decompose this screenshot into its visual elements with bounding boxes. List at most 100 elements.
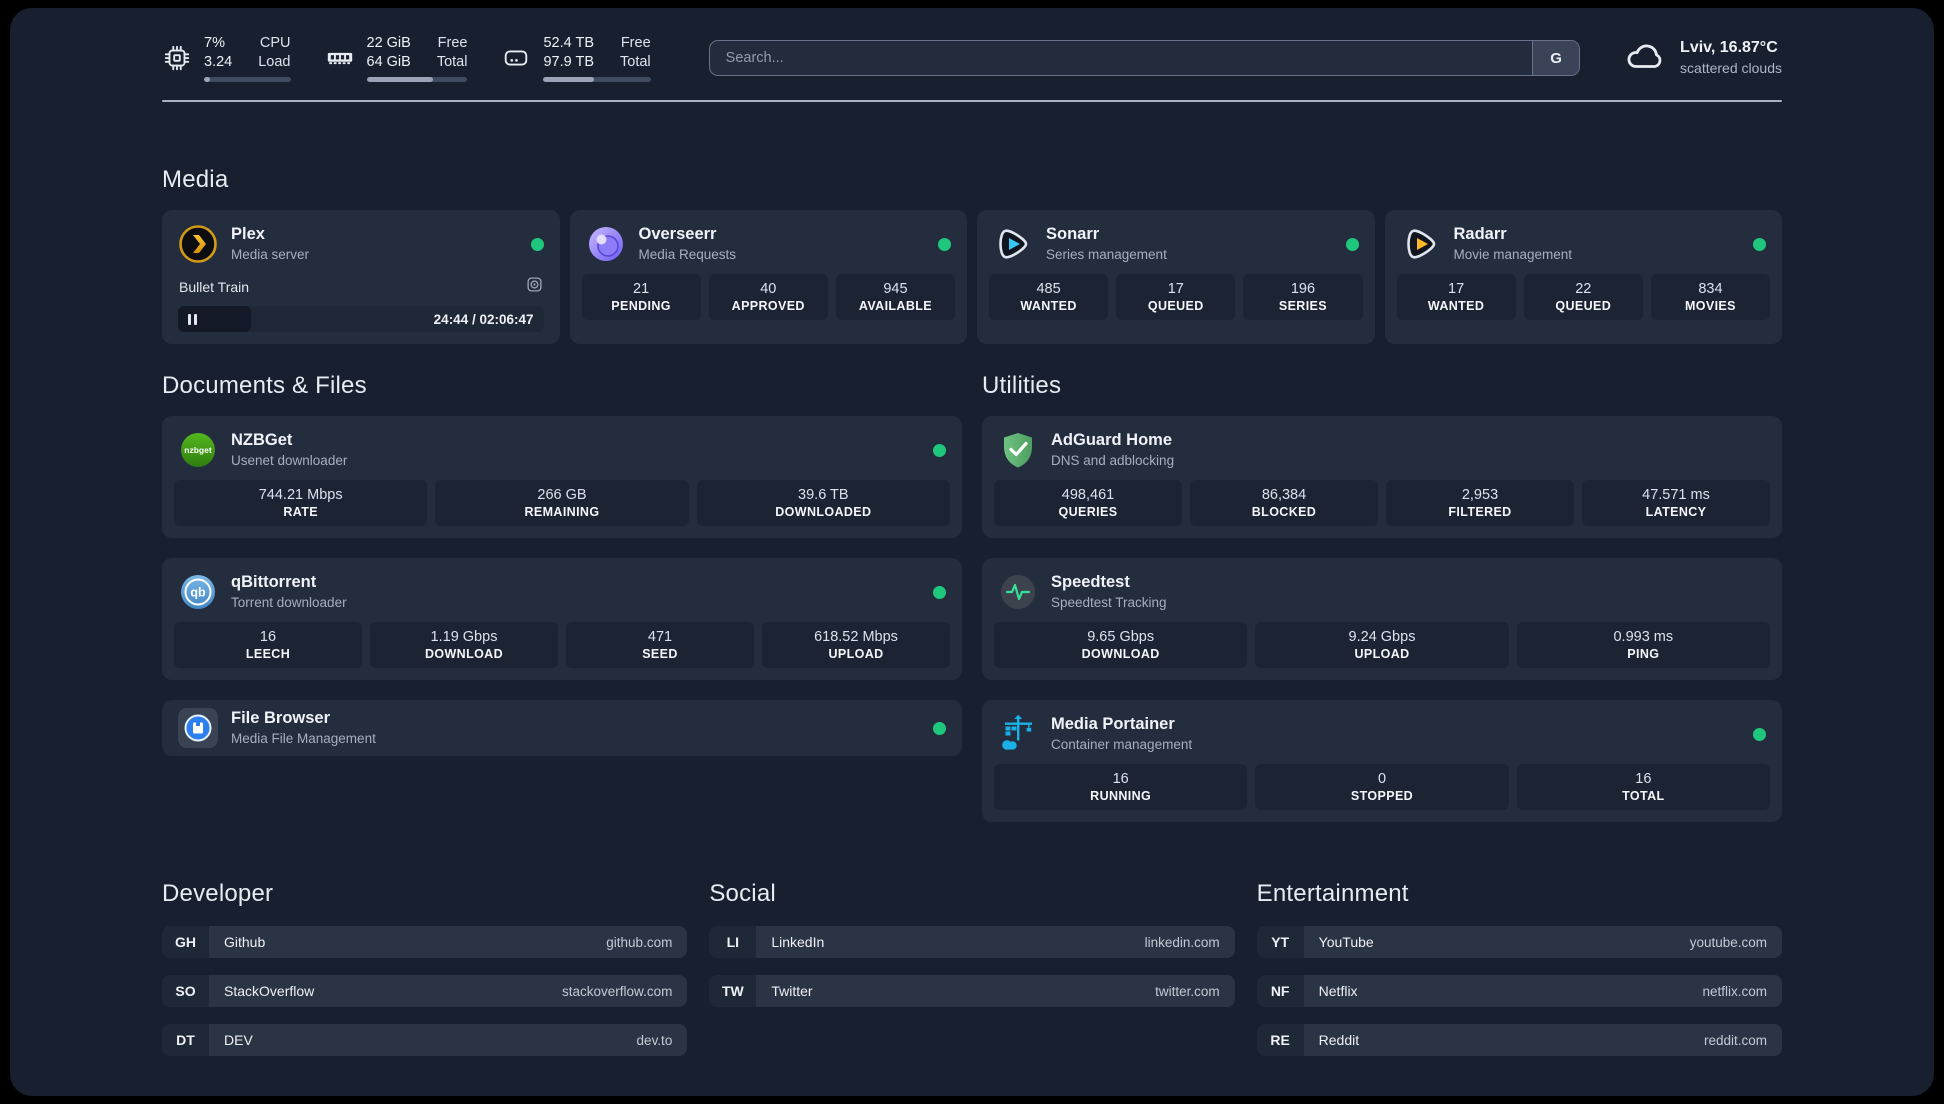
app-subtitle: DNS and adblocking	[1051, 452, 1175, 468]
bookmark-stackoverflow[interactable]: SO StackOverflow stackoverflow.com	[162, 975, 688, 1007]
bookmark-abbr: DT	[162, 1024, 209, 1056]
stat-blocked: 86,384 BLOCKED	[1190, 480, 1378, 526]
stat-filtered: 2,953 FILTERED	[1386, 480, 1574, 526]
search-bar: G	[708, 40, 1581, 76]
playback-progress-fill	[178, 306, 252, 332]
app-title: Sonarr	[1046, 225, 1100, 244]
app-subtitle: Series management	[1046, 246, 1167, 262]
stat-latency: 47.571 ms LATENCY	[1582, 480, 1770, 526]
bookmarks-entertainment: Entertainment YT YouTube youtube.com NF N…	[1256, 880, 1782, 1073]
app-card-sonarr[interactable]: Sonarr Series management 485 WANTED 17 QUE…	[977, 210, 1375, 344]
stat-queued: 22 QUEUED	[1523, 274, 1643, 320]
app-card-speedtest[interactable]: Speedtest Speedtest Tracking 9.65 Gbps DO…	[982, 558, 1782, 680]
bookmark-url: linkedin.com	[1144, 934, 1220, 950]
bookmark-url: youtube.com	[1689, 934, 1767, 950]
portainer-icon	[998, 714, 1038, 754]
stat-series: 196 SERIES	[1243, 274, 1363, 320]
bookmark-abbr: GH	[162, 926, 209, 958]
disk-total-value: 97.9 TB	[543, 54, 595, 70]
app-title: File Browser	[231, 709, 331, 728]
weather-location: Lviv, 16.87°C	[1680, 39, 1778, 56]
app-card-nzbget[interactable]: nzbget NZBGet Usenet downloader 744.21 M…	[162, 416, 962, 538]
section-title-social: Social	[709, 880, 776, 907]
bookmark-twitter[interactable]: TW Twitter twitter.com	[709, 975, 1235, 1007]
media-section: Media Plex Media server Bullet Train 24:…	[162, 166, 1782, 344]
app-subtitle: Torrent downloader	[231, 594, 347, 610]
app-card-overseerr[interactable]: Overseerr Media Requests 21 PENDING 40 APP…	[569, 210, 967, 344]
ram-icon	[325, 43, 355, 73]
app-card-radarr[interactable]: Radarr Movie management 17 WANTED 22 QUEUE…	[1384, 210, 1782, 344]
bookmark-abbr: RE	[1256, 1024, 1304, 1056]
app-card-qbittorrent[interactable]: qb qBittorrent Torrent downloader 16 LEEC…	[162, 558, 962, 680]
bookmark-url: stackoverflow.com	[562, 983, 673, 999]
app-card-adguard[interactable]: AdGuard Home DNS and adblocking 498,461 Q…	[982, 416, 1782, 538]
bookmark-name: StackOverflow	[224, 983, 315, 999]
bookmark-abbr: TW	[709, 975, 757, 1007]
app-subtitle: Container management	[1051, 736, 1193, 752]
svg-text:qb: qb	[190, 586, 206, 600]
search-input[interactable]	[709, 41, 1533, 75]
stat-downloaded: 39.6 TB DOWNLOADED	[696, 480, 950, 526]
cpu-icon	[162, 43, 192, 73]
qbittorrent-icon: qb	[178, 572, 218, 612]
bookmark-dev[interactable]: DT DEV dev.to	[162, 1024, 688, 1056]
stat-wanted: 17 WANTED	[1396, 274, 1516, 320]
filebrowser-icon	[178, 708, 218, 748]
bookmark-name: Twitter	[771, 983, 813, 999]
status-dot-online	[1345, 237, 1359, 251]
stat-remaining: 266 GB REMAINING	[435, 480, 689, 526]
bookmark-url: github.com	[606, 934, 673, 950]
bookmark-abbr: LI	[709, 926, 757, 958]
app-title: AdGuard Home	[1051, 431, 1173, 450]
stat-total: 16 TOTAL	[1516, 764, 1770, 810]
ram-progress-track	[366, 76, 468, 82]
status-dot-online	[933, 443, 946, 457]
utilities-section: Utilities AdGuard Home DNS and adblockin…	[982, 372, 1782, 822]
bookmark-netflix[interactable]: NF Netflix netflix.com	[1256, 975, 1782, 1007]
app-subtitle: Media File Management	[231, 730, 376, 746]
disk-progress-track	[543, 76, 651, 82]
stat-available: 945 AVAILABLE	[835, 274, 956, 320]
bookmark-reddit[interactable]: RE Reddit reddit.com	[1256, 1024, 1782, 1056]
plex-icon	[178, 224, 218, 264]
ram-total-label: Total	[436, 54, 468, 70]
stat-leech: 16 LEECH	[174, 622, 362, 668]
load-label: Load	[258, 54, 291, 70]
stat-movies: 834 MOVIES	[1650, 274, 1771, 320]
adguard-icon	[998, 430, 1038, 470]
app-title: NZBGet	[231, 431, 293, 450]
stat-ping: 0.993 ms PING	[1516, 622, 1770, 668]
stat-upload: 9.24 Gbps UPLOAD	[1255, 622, 1509, 668]
ram-free-value: 22 GiB	[366, 35, 411, 52]
cloud-icon	[1624, 37, 1666, 80]
ram-progress-fill	[366, 76, 434, 82]
section-title-media: Media	[162, 166, 229, 193]
bookmark-youtube[interactable]: YT YouTube youtube.com	[1256, 926, 1782, 958]
app-title: Plex	[231, 225, 265, 244]
app-card-portainer[interactable]: Media Portainer Container management 16 R…	[982, 700, 1782, 822]
status-dot-online	[1753, 237, 1766, 251]
status-dot-online	[933, 721, 946, 735]
stat-download: 1.19 Gbps DOWNLOAD	[370, 622, 558, 668]
status-dot-online	[938, 237, 951, 251]
cpu-load-value: 3.24	[204, 54, 233, 70]
cpu-usage-value: 7%	[204, 35, 225, 52]
disk-metric: 52.4 TB 97.9 TB Free Total	[501, 34, 651, 82]
app-card-plex[interactable]: Plex Media server Bullet Train 24:44 / 0…	[162, 210, 560, 344]
radarr-icon	[1401, 224, 1441, 264]
bookmark-github[interactable]: GH Github github.com	[162, 926, 688, 958]
cpu-label: CPU	[259, 35, 291, 52]
bookmarks-developer: Developer GH Github github.com SO StackOv…	[162, 880, 688, 1073]
section-title-utilities: Utilities	[982, 372, 1062, 399]
playback-progress-bar: 24:44 / 02:06:47	[178, 306, 544, 332]
bookmark-linkedin[interactable]: LI LinkedIn linkedin.com	[709, 926, 1235, 958]
section-title-developer: Developer	[162, 880, 274, 907]
app-subtitle: Speedtest Tracking	[1051, 594, 1167, 610]
search-engine-button[interactable]: G	[1532, 41, 1580, 75]
cpu-progress-track	[204, 76, 291, 82]
bookmark-abbr: YT	[1256, 926, 1304, 958]
bookmark-url: dev.to	[636, 1032, 673, 1048]
pause-button[interactable]	[188, 313, 197, 325]
app-card-filebrowser[interactable]: File Browser Media File Management	[162, 700, 962, 756]
app-title: Speedtest	[1051, 573, 1130, 592]
